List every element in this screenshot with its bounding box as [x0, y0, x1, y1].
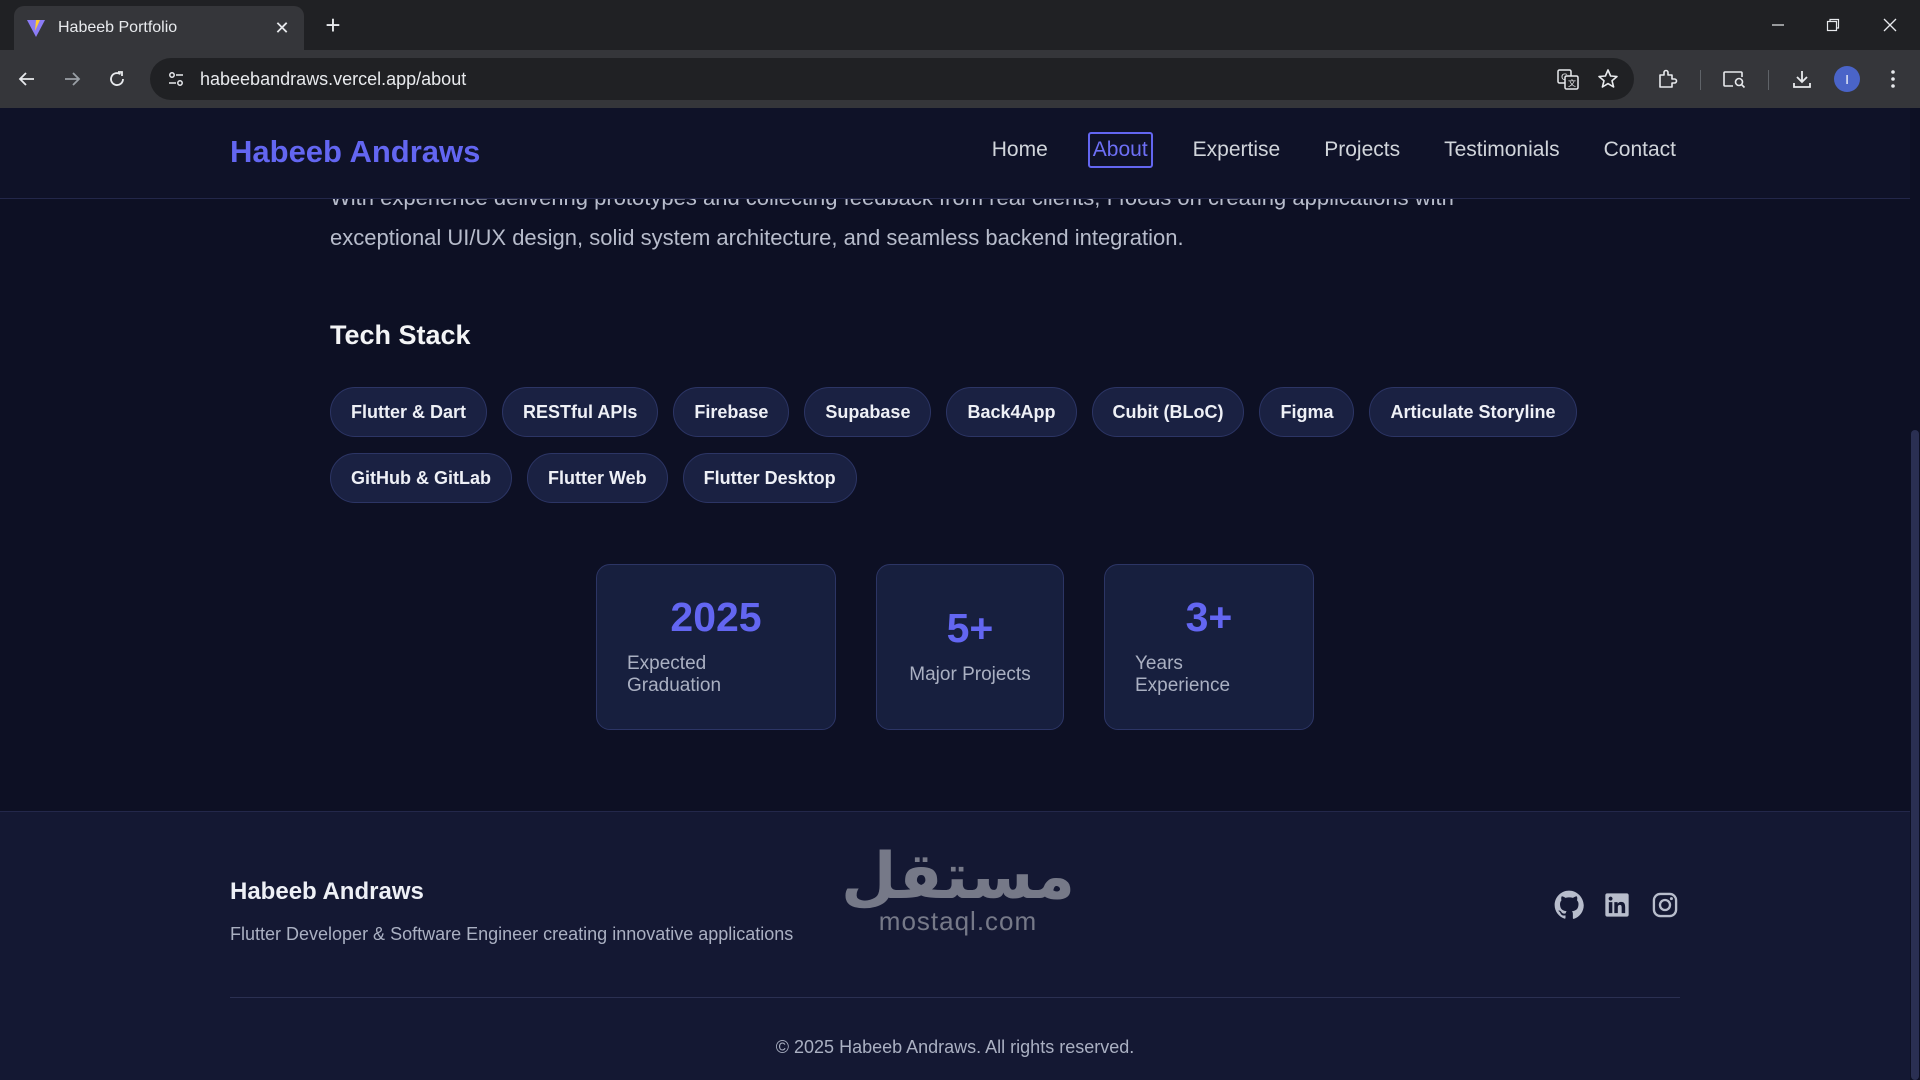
- about-intro-line: exceptional UI/UX design, solid system a…: [330, 225, 1184, 250]
- nav-expertise[interactable]: Expertise: [1189, 132, 1285, 168]
- vite-favicon-icon: [27, 20, 45, 37]
- url-text: habeebandraws.vercel.app/about: [200, 69, 466, 90]
- stat-value: 2025: [670, 593, 762, 640]
- reload-icon[interactable]: [102, 64, 132, 94]
- mostaql-watermark: مستقل mostaql.com: [838, 840, 1078, 940]
- stat-label: Years Experience: [1135, 652, 1231, 696]
- stat-value: 5+: [946, 604, 994, 651]
- linkedin-icon[interactable]: [1602, 890, 1632, 920]
- nav-contact[interactable]: Contact: [1600, 132, 1680, 168]
- nav-testimonials[interactable]: Testimonials: [1440, 132, 1564, 168]
- browser-tab[interactable]: Habeeb Portfolio ✕: [14, 6, 304, 50]
- forward-icon[interactable]: [57, 64, 87, 94]
- nav-projects[interactable]: Projects: [1320, 132, 1404, 168]
- stat-label: Major Projects: [909, 663, 1031, 685]
- browser-tab-bar: Habeeb Portfolio ✕ +: [0, 0, 1920, 50]
- tech-stack-list: Flutter & Dart RESTful APIs Firebase Sup…: [330, 387, 1590, 503]
- translate-icon[interactable]: G文: [1556, 67, 1580, 96]
- page-scrollbar-thumb[interactable]: [1911, 430, 1919, 1080]
- back-icon[interactable]: [12, 64, 42, 94]
- stats-row: 2025 Expected Graduation 5+ Major Projec…: [596, 564, 1314, 730]
- footer-brand: Habeeb Andraws: [230, 878, 424, 905]
- url-host: habeebandraws.vercel.app: [200, 68, 417, 89]
- extensions-icon[interactable]: [1652, 64, 1682, 94]
- site-nav: Home About Expertise Projects Testimonia…: [952, 132, 1680, 168]
- toolbar-separator: [1700, 70, 1701, 90]
- footer-socials: [1554, 890, 1680, 920]
- minimize-icon[interactable]: [1758, 10, 1798, 40]
- footer-divider: [230, 997, 1680, 998]
- stat-card-projects: 5+ Major Projects: [876, 564, 1064, 730]
- instagram-icon[interactable]: [1650, 890, 1680, 920]
- tech-chip: Flutter Desktop: [682, 453, 857, 503]
- footer-copyright: © 2025 Habeeb Andraws. All rights reserv…: [775, 1037, 1135, 1057]
- url-path: /about: [416, 68, 467, 89]
- nav-about[interactable]: About: [1087, 132, 1153, 168]
- tech-chip: RESTful APIs: [502, 387, 659, 437]
- tech-chip: Flutter & Dart: [330, 387, 488, 437]
- tech-chip: Articulate Storyline: [1369, 387, 1577, 437]
- tech-chip: Figma: [1259, 387, 1355, 437]
- browser-toolbar: habeebandraws.vercel.app/about G文 I: [0, 50, 1920, 108]
- tech-chip: GitHub & GitLab: [330, 453, 512, 503]
- site-info-icon[interactable]: [164, 67, 188, 91]
- new-tab-icon[interactable]: +: [318, 10, 348, 40]
- stat-card-graduation: 2025 Expected Graduation: [596, 564, 836, 730]
- stat-label: Expected Graduation: [627, 652, 722, 696]
- cast-search-icon[interactable]: [1719, 64, 1749, 94]
- svg-text:文: 文: [1568, 78, 1576, 88]
- restore-icon[interactable]: [1813, 10, 1853, 40]
- watermark-latin: mostaql.com: [878, 906, 1038, 936]
- tech-stack-heading: Tech Stack: [330, 320, 471, 350]
- tech-chip: Supabase: [804, 387, 932, 437]
- tech-chip: Firebase: [673, 387, 790, 437]
- tech-chip: Flutter Web: [526, 453, 668, 503]
- toolbar-separator: [1768, 70, 1769, 90]
- nav-home[interactable]: Home: [988, 132, 1052, 168]
- bookmark-star-icon[interactable]: [1596, 67, 1620, 96]
- footer-tagline: Flutter Developer & Software Engineer cr…: [230, 924, 794, 944]
- stat-card-experience: 3+ Years Experience: [1104, 564, 1314, 730]
- tech-chip: Cubit (BLoC): [1091, 387, 1245, 437]
- stat-value: 3+: [1185, 593, 1233, 640]
- browser-menu-icon[interactable]: [1878, 64, 1908, 94]
- tech-chip: Back4App: [946, 387, 1077, 437]
- github-icon[interactable]: [1554, 890, 1584, 920]
- close-window-icon[interactable]: [1870, 10, 1910, 40]
- tab-close-icon[interactable]: ✕: [272, 18, 292, 39]
- site-navbar: Habeeb Andraws Home About Expertise Proj…: [0, 108, 1910, 199]
- watermark-arabic: مستقل: [840, 840, 1076, 914]
- site-brand[interactable]: Habeeb Andraws: [230, 134, 480, 170]
- tab-title: Habeeb Portfolio: [58, 19, 178, 36]
- address-bar[interactable]: habeebandraws.vercel.app/about G文: [150, 58, 1634, 100]
- profile-avatar[interactable]: I: [1834, 66, 1860, 92]
- download-icon[interactable]: [1787, 64, 1817, 94]
